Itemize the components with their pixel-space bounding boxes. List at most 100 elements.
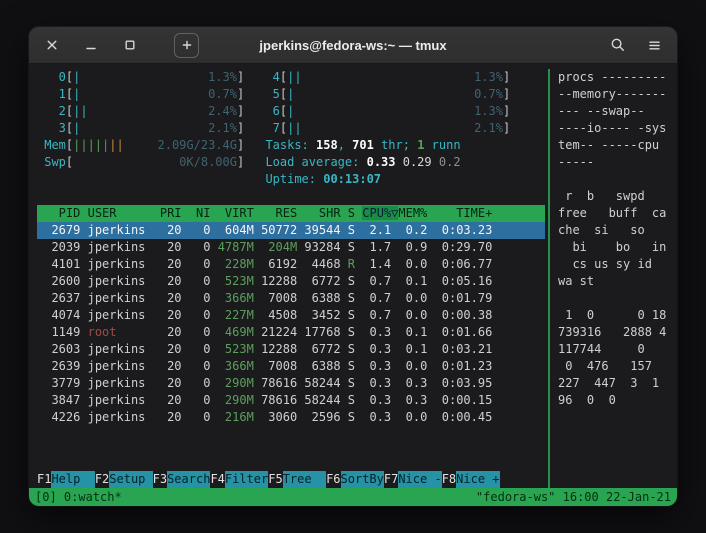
text-span: SortBy bbox=[340, 471, 384, 488]
text-span: NI bbox=[188, 206, 211, 220]
fnkey-f2[interactable]: F2 Setup bbox=[95, 471, 153, 488]
fnkey-f5[interactable]: F5 Tree bbox=[268, 471, 327, 488]
vmstat-line: ----io---- -sys bbox=[558, 121, 667, 135]
fnkey-f3[interactable]: F3 Search bbox=[153, 471, 211, 488]
text-span: , bbox=[337, 138, 353, 152]
process-row[interactable]: 3847 jperkins 20 0 290M 78616 58244 S 0.… bbox=[37, 392, 545, 409]
fnkey-f1[interactable]: F1 Help bbox=[37, 471, 95, 488]
text-span: [ bbox=[65, 87, 74, 101]
text-span: F4 bbox=[210, 472, 225, 486]
text-span bbox=[427, 240, 434, 254]
text-span: 50772 bbox=[261, 223, 298, 237]
tmux-status-bar: [0] 0:watch* "fedora-ws" 16:00 22-Jan-21 bbox=[29, 488, 677, 506]
process-row[interactable]: 2639 jperkins 20 0 366M 7008 6388 S 0.3 … bbox=[37, 358, 545, 375]
text-span bbox=[427, 308, 434, 322]
text-span bbox=[182, 240, 189, 254]
minimize-button[interactable] bbox=[78, 33, 103, 58]
meter-bar: || bbox=[287, 69, 474, 86]
text-span: CPU%▽ bbox=[362, 206, 399, 220]
fnkey-f7[interactable]: F7 Nice - bbox=[384, 471, 442, 488]
text-span: S bbox=[347, 223, 356, 237]
titlebar: jperkins@fedora-ws:~ — tmux bbox=[29, 27, 677, 64]
text-span: 20 bbox=[159, 240, 182, 254]
text-span: 0.9 bbox=[398, 240, 428, 254]
text-span: runn bbox=[424, 138, 461, 152]
text-span: 0:03.23 bbox=[434, 223, 493, 237]
process-row[interactable]: 2637 jperkins 20 0 366M 7008 6388 S 0.7 … bbox=[37, 290, 545, 307]
text-span bbox=[341, 342, 348, 356]
text-span: F3 bbox=[152, 472, 168, 486]
text-span: 216M bbox=[217, 410, 254, 424]
text-span: 0.2 bbox=[438, 155, 461, 169]
text-span: 20 bbox=[159, 291, 182, 305]
fnkey-f6[interactable]: F6 SortBy bbox=[326, 471, 384, 488]
text-span: 3060 bbox=[261, 410, 298, 424]
process-row[interactable]: 4101 jperkins 20 0 228M 6192 4468 R 1.4 … bbox=[37, 256, 545, 273]
text-span bbox=[254, 223, 261, 237]
text-span: 3 bbox=[58, 121, 66, 135]
vmstat-line: r b swpd bbox=[558, 189, 645, 203]
text-span: 0 bbox=[188, 240, 211, 254]
text-span bbox=[492, 206, 506, 220]
pane-divider[interactable] bbox=[548, 69, 550, 488]
text-span: 4468 bbox=[304, 257, 341, 271]
maximize-button[interactable] bbox=[117, 33, 142, 58]
text-span: 17768 bbox=[304, 325, 341, 339]
htop-meters: 0[| 1.3%] 4[|| 1.3%] 1[| 0.7%] 5[| 0.7%] 2[|| 2.4… bbox=[37, 69, 545, 188]
text-span: 6192 bbox=[261, 257, 298, 271]
process-row[interactable]: 3779 jperkins 20 0 290M 78616 58244 S 0.… bbox=[37, 375, 545, 392]
text-span: 4 bbox=[272, 70, 280, 84]
text-span bbox=[210, 393, 217, 407]
text-span bbox=[182, 359, 189, 373]
text-span: 39544 bbox=[304, 223, 341, 237]
text-span bbox=[210, 223, 217, 237]
search-button[interactable] bbox=[605, 33, 630, 58]
text-span bbox=[182, 223, 189, 237]
text-span: ] bbox=[502, 87, 511, 101]
process-row[interactable]: 2039 jperkins 20 0 4787M 204M 93284 S 1.… bbox=[37, 239, 545, 256]
process-row[interactable]: 2603 jperkins 20 0 523M 12288 6772 S 0.3… bbox=[37, 341, 545, 358]
cpu7-meter: 7[|| 2.1%] bbox=[258, 120, 511, 137]
text-span bbox=[254, 342, 261, 356]
text-span: 0:03.21 bbox=[434, 342, 493, 356]
fnkey-f8[interactable]: F8 Nice + bbox=[442, 471, 500, 488]
text-span: S bbox=[347, 206, 356, 220]
text-span bbox=[396, 155, 403, 169]
text-span: 0 bbox=[188, 410, 211, 424]
text-span: Filter bbox=[224, 471, 269, 488]
tmux-panes: 0[| 1.3%] 4[|| 1.3%] 1[| 0.7%] 5[| 0.7%] 2[|| 2.4… bbox=[29, 69, 677, 488]
process-row[interactable]: 4074 jperkins 20 0 227M 4508 3452 S 0.7 … bbox=[37, 307, 545, 324]
cpu2-meter: 2[|| 2.4%] bbox=[44, 103, 245, 120]
text-span: S bbox=[347, 308, 356, 322]
text-span: 0:00.15 bbox=[434, 393, 493, 407]
text-span: 0.3 bbox=[362, 359, 392, 373]
vmstat-line: cs us sy id bbox=[558, 257, 652, 271]
text-span bbox=[427, 223, 434, 237]
meter-bar: ||||||| bbox=[73, 137, 157, 154]
text-span: USER bbox=[87, 206, 153, 220]
process-row[interactable]: 4226 jperkins 20 0 216M 3060 2596 S 0.3 … bbox=[37, 409, 545, 426]
text-span bbox=[341, 240, 348, 254]
text-span bbox=[341, 257, 348, 271]
text-span: 0.3 bbox=[362, 376, 392, 390]
text-span: 4226 bbox=[44, 410, 81, 424]
process-row[interactable]: 1149 root 20 0 469M 21224 17768 S 0.3 0.… bbox=[37, 324, 545, 341]
terminal-window: jperkins@fedora-ws:~ — tmux 0[| 1.3%] 4[||… bbox=[29, 27, 677, 506]
menu-button[interactable] bbox=[642, 33, 667, 58]
cpu1-meter: 1[| 0.7%] bbox=[44, 86, 245, 103]
text-span bbox=[153, 206, 160, 220]
tmux-window-list[interactable]: [0] 0:watch* bbox=[35, 489, 122, 506]
text-span: ] bbox=[236, 104, 245, 118]
process-row[interactable]: 2679 jperkins 20 0 604M 50772 39544 S 2.… bbox=[37, 222, 545, 239]
fnkey-f4[interactable]: F4 Filter bbox=[210, 471, 269, 488]
process-row[interactable]: 2600 jperkins 20 0 523M 12288 6772 S 0.7… bbox=[37, 273, 545, 290]
text-span: PRI bbox=[159, 206, 182, 220]
text-span: ] bbox=[236, 121, 245, 135]
text-span: jperkins bbox=[87, 240, 153, 254]
text-span bbox=[153, 223, 160, 237]
text-span: jperkins bbox=[87, 376, 153, 390]
new-tab-button[interactable] bbox=[174, 32, 199, 58]
process-table-header[interactable]: PID USER PRI NI VIRT RES SHR S CPU%▽MEM%… bbox=[37, 205, 545, 222]
close-button[interactable] bbox=[39, 33, 64, 58]
text-span bbox=[153, 257, 160, 271]
